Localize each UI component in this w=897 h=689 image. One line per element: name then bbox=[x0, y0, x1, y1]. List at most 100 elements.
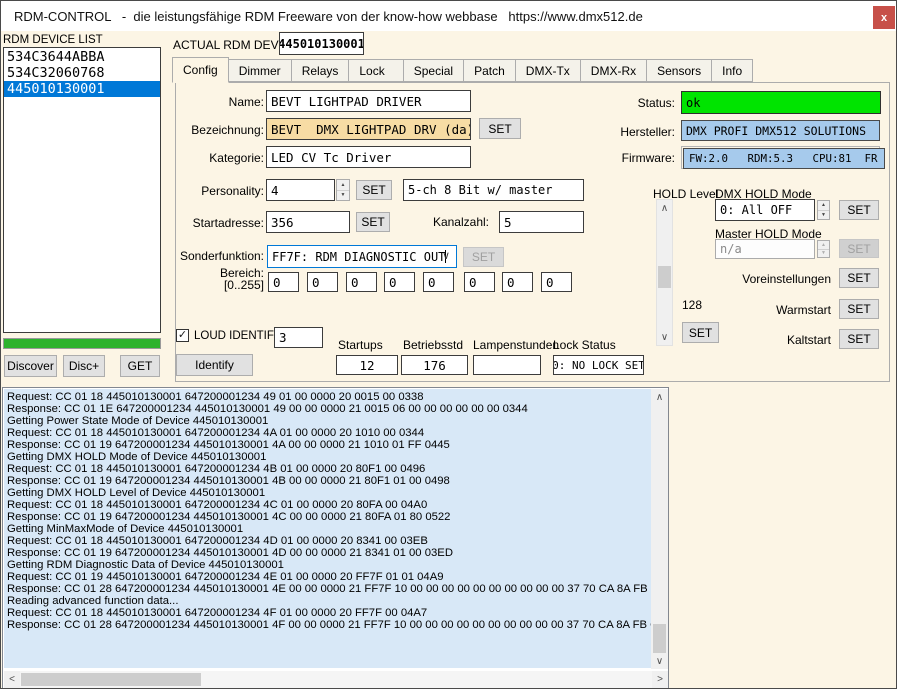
dmx-hold-mode-stepper[interactable]: ▲ ▼ bbox=[817, 200, 830, 220]
tab-lock[interactable]: Lock bbox=[348, 59, 403, 82]
tab-relays[interactable]: Relays bbox=[291, 59, 350, 82]
startadresse-field[interactable]: 356 bbox=[266, 211, 350, 233]
firmware-frame: FW:2.0 RDM:5.3 CPU:81 FR bbox=[681, 146, 880, 169]
discovery-progress-bar bbox=[3, 338, 161, 349]
kanalzahl-label: Kanalzahl: bbox=[411, 215, 489, 229]
close-button[interactable]: x bbox=[873, 6, 895, 29]
bereich-field-7[interactable]: 0 bbox=[502, 272, 533, 292]
log-panel: Request: CC 01 18 445010130001 647200001… bbox=[2, 387, 669, 689]
personality-field[interactable]: 4 bbox=[266, 179, 335, 201]
sonderfunktion-set-button: SET bbox=[463, 247, 504, 267]
lock-status-field: 0: NO LOCK SET bbox=[553, 355, 644, 375]
device-list-label: RDM DEVICE LIST bbox=[3, 34, 103, 46]
status-field: ok bbox=[681, 91, 881, 114]
tab-patch[interactable]: Patch bbox=[463, 59, 516, 82]
bereich-field-6[interactable]: 0 bbox=[464, 272, 495, 292]
personality-label: Personality: bbox=[161, 184, 264, 198]
window-title: RDM-CONTROL - die leistungsfähige RDM Fr… bbox=[14, 9, 643, 24]
dmx-hold-mode-field[interactable]: 0: All OFF bbox=[715, 199, 815, 221]
personality-description-field: 5-ch 8 Bit w/ master bbox=[403, 179, 584, 201]
scroll-left-icon[interactable]: < bbox=[4, 671, 20, 688]
log-vertical-scrollbar[interactable]: ∧ ∨ bbox=[651, 389, 668, 669]
bereich-field-8[interactable]: 0 bbox=[541, 272, 572, 292]
tab-config[interactable]: Config bbox=[172, 57, 229, 83]
voreinstellungen-set-button[interactable]: SET bbox=[839, 268, 879, 288]
log-hscroll-thumb[interactable] bbox=[21, 673, 201, 686]
stepper-down-icon[interactable]: ▼ bbox=[337, 191, 349, 201]
status-label: Status: bbox=[575, 96, 675, 110]
kaltstart-set-button[interactable]: SET bbox=[839, 329, 879, 349]
startadresse-label: Startadresse: bbox=[161, 216, 264, 230]
master-hold-mode-stepper: ▲ ▼ bbox=[817, 240, 830, 258]
scroll-up-icon[interactable]: ∧ bbox=[651, 389, 668, 405]
slider-thumb[interactable] bbox=[658, 266, 671, 288]
betriebsstd-label: Betriebsstd bbox=[403, 338, 463, 352]
startadresse-set-button[interactable]: SET bbox=[356, 212, 390, 232]
kaltstart-label: Kaltstart bbox=[721, 333, 831, 347]
bereich-field-2[interactable]: 0 bbox=[307, 272, 338, 292]
hold-level-set-button[interactable]: SET bbox=[682, 322, 719, 343]
checkmark-icon: ✓ bbox=[178, 330, 187, 341]
personality-set-button[interactable]: SET bbox=[356, 180, 392, 200]
scroll-down-icon[interactable]: ∨ bbox=[651, 653, 668, 669]
disc-plus-button[interactable]: Disc+ bbox=[63, 355, 105, 377]
tab-info[interactable]: Info bbox=[711, 59, 753, 82]
kategorie-field[interactable]: LED CV Tc Driver bbox=[266, 146, 471, 168]
sonderfunktion-value: FF7F: RDM DIAGNOSTIC OUT bbox=[272, 250, 445, 264]
bereich-field-5[interactable]: 0 bbox=[423, 272, 454, 292]
stepper-up-icon: ▲ bbox=[818, 241, 829, 250]
log-vscroll-thumb[interactable] bbox=[653, 624, 666, 654]
slider-down-icon[interactable]: ∨ bbox=[657, 329, 672, 345]
lampenstunden-field bbox=[473, 355, 541, 375]
bereich-label-line2: [0..255] bbox=[191, 278, 264, 292]
firmware-field: FW:2.0 RDM:5.3 CPU:81 FR bbox=[683, 148, 885, 169]
close-icon: x bbox=[881, 12, 887, 24]
device-listbox[interactable]: 534C3644ABBA 534C32060768 445010130001 bbox=[3, 47, 161, 333]
warmstart-label: Warmstart bbox=[721, 303, 831, 317]
name-field[interactable]: BEVT LIGHTPAD DRIVER bbox=[266, 90, 471, 112]
tab-strip: Config Dimmer Relays Lock Special Patch … bbox=[173, 59, 753, 82]
tab-dmx-tx[interactable]: DMX-Tx bbox=[515, 59, 581, 82]
loud-identify-checkbox[interactable]: ✓ bbox=[176, 329, 189, 342]
dmx-hold-mode-set-button[interactable]: SET bbox=[839, 200, 879, 220]
discover-button[interactable]: Discover bbox=[4, 355, 57, 377]
sonderfunktion-label: Sonderfunktion: bbox=[161, 249, 264, 263]
bereich-field-4[interactable]: 0 bbox=[384, 272, 415, 292]
tab-sensors[interactable]: Sensors bbox=[646, 59, 712, 82]
device-list-item[interactable]: 534C32060768 bbox=[4, 65, 160, 81]
bereich-field-3[interactable]: 0 bbox=[346, 272, 377, 292]
stepper-up-icon[interactable]: ▲ bbox=[337, 180, 349, 191]
scroll-right-icon[interactable]: > bbox=[652, 671, 668, 688]
actual-device-value: 445010130001 bbox=[279, 32, 364, 55]
bereich-field-1[interactable]: 0 bbox=[268, 272, 299, 292]
voreinstellungen-label: Voreinstellungen bbox=[721, 272, 831, 286]
hold-level-slider[interactable]: ∧ ∨ bbox=[656, 199, 673, 346]
device-list-item[interactable]: 534C3644ABBA bbox=[4, 49, 160, 65]
loud-identify-value-field[interactable]: 3 bbox=[274, 327, 323, 348]
tab-special[interactable]: Special bbox=[403, 59, 464, 82]
hersteller-label: Hersteller: bbox=[575, 125, 675, 139]
bezeichnung-set-button[interactable]: SET bbox=[479, 118, 521, 139]
personality-stepper[interactable]: ▲ ▼ bbox=[336, 179, 350, 201]
device-list-item-selected[interactable]: 445010130001 bbox=[4, 81, 160, 97]
get-button[interactable]: GET bbox=[120, 355, 160, 377]
name-label: Name: bbox=[161, 95, 264, 109]
tab-dmx-rx[interactable]: DMX-Rx bbox=[580, 59, 647, 82]
lock-status-label: Lock Status bbox=[553, 338, 616, 352]
combo-chevron-icon[interactable]: ∨ bbox=[442, 249, 450, 262]
stepper-up-icon[interactable]: ▲ bbox=[818, 201, 829, 211]
stepper-down-icon[interactable]: ▼ bbox=[818, 211, 829, 220]
kanalzahl-field: 5 bbox=[499, 211, 584, 233]
log-horizontal-scrollbar[interactable]: < > bbox=[4, 671, 668, 688]
tab-dimmer[interactable]: Dimmer bbox=[228, 59, 292, 82]
stepper-down-icon: ▼ bbox=[818, 250, 829, 258]
slider-up-icon[interactable]: ∧ bbox=[657, 200, 672, 216]
log-text: Request: CC 01 18 445010130001 647200001… bbox=[4, 389, 652, 668]
warmstart-set-button[interactable]: SET bbox=[839, 299, 879, 319]
loud-identify-label: LOUD IDENTIFY bbox=[194, 330, 282, 342]
bezeichnung-label: Bezeichnung: bbox=[141, 123, 264, 137]
betriebsstd-field: 176 bbox=[401, 355, 468, 375]
sonderfunktion-combo[interactable]: FF7F: RDM DIAGNOSTIC OUT ∨ bbox=[267, 245, 457, 268]
bezeichnung-field[interactable]: BEVT DMX LIGHTPAD DRV (da) bbox=[266, 118, 471, 140]
identify-button[interactable]: Identify bbox=[176, 354, 253, 376]
